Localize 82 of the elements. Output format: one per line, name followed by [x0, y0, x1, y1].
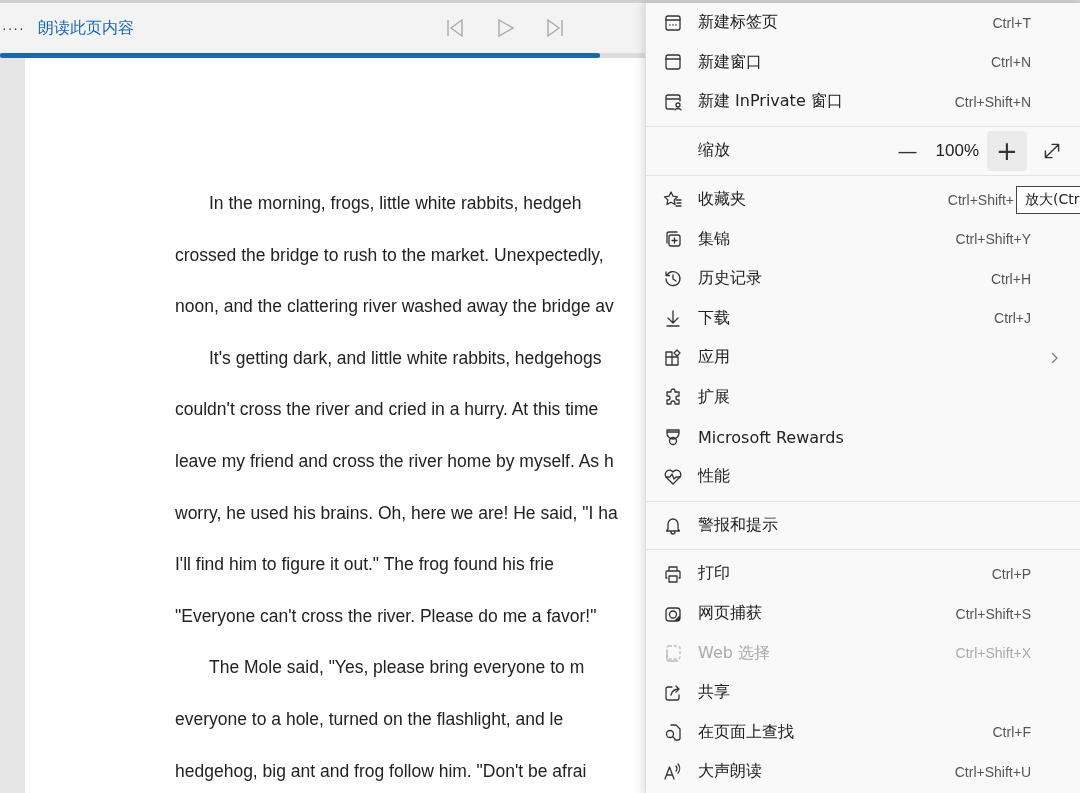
- menu-item-label: 新建窗口: [698, 51, 762, 73]
- menu-item-label: Web 选择: [698, 642, 770, 664]
- shortcut: Ctrl+Shift+X: [955, 645, 1031, 662]
- previous-icon[interactable]: [444, 17, 466, 39]
- more-button[interactable]: ····: [0, 20, 32, 36]
- menu-item[interactable]: 历史记录 Ctrl+H: [646, 258, 1080, 299]
- text-line: everyone to a hole, turned on the flashlight, and le: [175, 707, 565, 731]
- menu-item[interactable]: 打印 Ctrl+P: [646, 554, 1080, 594]
- menu-item-label: 扩展: [698, 387, 730, 409]
- text-line: couldn't cross the river and cried in a hurry. At this time: [175, 398, 600, 422]
- menu-item-label: 在页面上查找: [698, 721, 794, 743]
- menu-item[interactable]: 收藏夹 Ctrl+Shift+ 放大(Ctr: [646, 179, 1080, 220]
- zoom-label: 缩放: [698, 140, 730, 162]
- shortcut: Ctrl+Shift+: [947, 191, 1014, 208]
- favorites-icon: [663, 189, 683, 210]
- text-line: In the morning, frogs, little white rabbits, hedgeh: [208, 192, 583, 215]
- text-line: worry, he used his brains. Oh, here we are! He said, "I ha: [175, 501, 619, 525]
- menu-item-label: 新建 InPrivate 窗口: [698, 91, 843, 113]
- shortcut: Ctrl+J: [994, 310, 1031, 327]
- menu-item-label: 收藏夹: [698, 189, 746, 211]
- menu-item[interactable]: 集锦 Ctrl+Shift+Y: [646, 219, 1080, 259]
- menu-item-label: 打印: [698, 563, 730, 585]
- text-line: I'll find him to figure it out." The frog found his frie: [175, 553, 555, 577]
- window-icon: [663, 52, 683, 73]
- menu-item[interactable]: 新建窗口 Ctrl+N: [646, 42, 1080, 83]
- collections-icon: [663, 229, 683, 250]
- menu-item[interactable]: 警报和提示: [646, 505, 1080, 546]
- menu-item-label: 应用: [698, 347, 730, 369]
- text-line: "Everyone can't cross the river. Please do me a favor!": [175, 604, 598, 628]
- private-window-icon: [663, 92, 683, 112]
- text-line: noon, and the clattering river washed away the bridge av: [175, 295, 615, 319]
- tooltip: 放大(Ctr: [1016, 185, 1080, 214]
- text-line: hedgehog, big ant and frog follow him. "Don't be afrai: [175, 759, 588, 783]
- text-line: leave my friend and cross the river home by myself. As h: [175, 449, 615, 473]
- shortcut: Ctrl+P: [991, 565, 1031, 582]
- bell-icon: [663, 515, 683, 536]
- shortcut: Ctrl+N: [990, 54, 1031, 71]
- apps-icon: [663, 347, 683, 368]
- menu-item[interactable]: 新建标签页 Ctrl+T: [646, 3, 1080, 43]
- find-icon: [663, 722, 683, 743]
- menu-item-label: 历史记录: [698, 268, 762, 290]
- menu-item[interactable]: 共享: [646, 672, 1080, 713]
- menu-item[interactable]: 性能: [646, 456, 1080, 497]
- text-line: It's getting dark, and little white rabbits, hedgehogs: [208, 346, 603, 370]
- zoom-level: 100%: [935, 140, 979, 161]
- shortcut: Ctrl+Shift+N: [954, 94, 1031, 110]
- menu-item[interactable]: 下载 Ctrl+J: [646, 298, 1080, 339]
- zoom-out-button[interactable]: —: [887, 130, 928, 171]
- menu-item[interactable]: 应用: [646, 338, 1080, 378]
- menu-item[interactable]: Microsoft Rewards: [646, 417, 1080, 457]
- shortcut: Ctrl+T: [992, 14, 1031, 31]
- puzzle-icon: [663, 387, 683, 408]
- shortcut: Ctrl+H: [990, 270, 1031, 287]
- menu-item-label: 下载: [698, 307, 730, 329]
- menu-item-label: 性能: [698, 466, 730, 488]
- menu-item-label: 集锦: [698, 228, 730, 250]
- menu-item[interactable]: 扩展: [646, 377, 1080, 418]
- dashed-select-icon: [663, 643, 683, 664]
- text-line: crossed the bridge to rush to the market. Unexpectedly,: [175, 243, 605, 267]
- zoom-in-button[interactable]: +: [987, 130, 1027, 171]
- printer-icon: [663, 563, 683, 584]
- menu-item[interactable]: 新建 InPrivate 窗口 Ctrl+Shift+N: [646, 82, 1080, 122]
- shortcut: Ctrl+Shift+U: [954, 763, 1031, 780]
- read-aloud-title: 朗读此页内容: [38, 17, 134, 39]
- menu-item-label: 网页捕获: [698, 603, 762, 624]
- menu-item-label: 警报和提示: [698, 514, 778, 536]
- history-icon: [663, 268, 683, 289]
- trophy-icon: [663, 427, 683, 448]
- menu-item-label: 大声朗读: [698, 761, 762, 783]
- menu-item[interactable]: 网页捕获 Ctrl+Shift+S: [646, 593, 1080, 634]
- menu-item[interactable]: 在页面上查找 Ctrl+F: [646, 712, 1080, 753]
- menu-item-label: Microsoft Rewards: [698, 427, 844, 447]
- read-aloud-icon: [663, 761, 683, 782]
- menu-item-label: 共享: [698, 682, 730, 704]
- shortcut: Ctrl+Shift+S: [955, 605, 1031, 622]
- menu-item[interactable]: 大声朗读 Ctrl+Shift+U: [646, 752, 1080, 792]
- text-line: The Mole said, "Yes, please bring everyone to m: [208, 656, 586, 680]
- new-tab-icon: [663, 12, 683, 33]
- shortcut: Ctrl+Shift+Y: [955, 231, 1031, 248]
- menu-item-label: 新建标签页: [698, 12, 778, 34]
- next-icon[interactable]: [544, 17, 566, 39]
- shortcut: Ctrl+F: [992, 724, 1031, 741]
